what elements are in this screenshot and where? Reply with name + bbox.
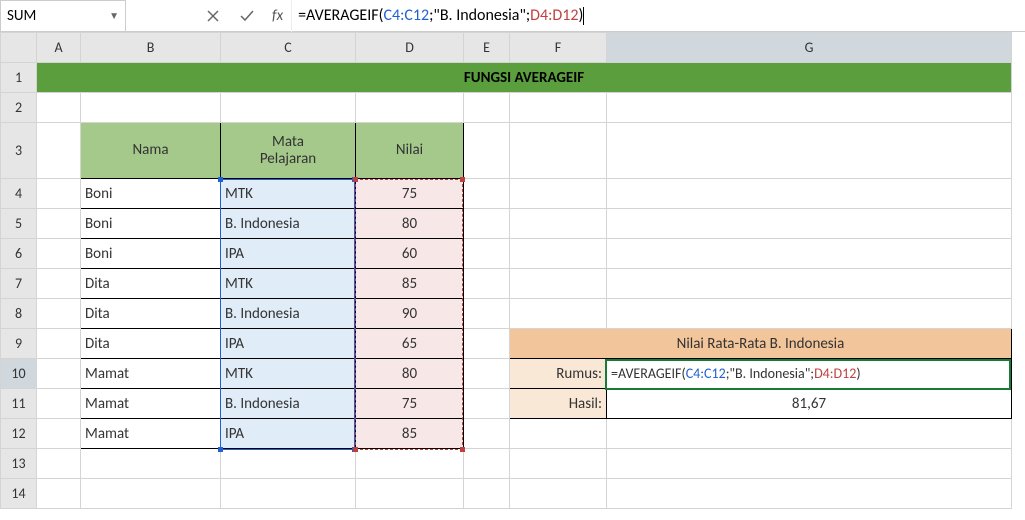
cell-C12[interactable]: IPA [221,419,356,449]
col-header-A[interactable]: A [37,33,81,63]
check-icon [239,8,255,24]
spreadsheet: A B C D E F G 1 FUNGSI AVERAGEIF 2 3 Nam… [0,32,1025,509]
rumus-label[interactable]: Rumus: [510,359,607,389]
header-nilai[interactable]: Nilai [356,123,464,179]
header-mapel[interactable]: MataPelajaran [221,123,356,179]
summary-title[interactable]: Nilai Rata-Rata B. Indonesia [510,329,1012,359]
cancel-formula-button[interactable] [196,0,230,32]
formula-input[interactable]: =AVERAGEIF(C4:C12;"B. Indonesia";D4:D12) [291,0,1025,32]
row-header-10[interactable]: 10 [1,359,37,389]
cell-B12[interactable]: Mamat [81,419,221,449]
cell-C8[interactable]: B. Indonesia [221,299,356,329]
row-header-2[interactable]: 2 [1,93,37,123]
cell-C11[interactable]: B. Indonesia [221,389,356,419]
fx-label[interactable]: fx [272,7,283,25]
row-header-8[interactable]: 8 [1,299,37,329]
row-header-7[interactable]: 7 [1,269,37,299]
row-header-11[interactable]: 11 [1,389,37,419]
chevron-down-icon[interactable]: ▼ [109,9,119,22]
formula-text: =AVERAGEIF(C4:C12;"B. Indonesia";D4:D12) [298,6,584,25]
accept-formula-button[interactable] [230,0,264,32]
row-header-13[interactable]: 13 [1,449,37,479]
col-header-D[interactable]: D [356,33,464,63]
cell-D5[interactable]: 80 [356,209,464,239]
grid[interactable]: A B C D E F G 1 FUNGSI AVERAGEIF 2 3 Nam… [0,32,1012,509]
formula-editing: =AVERAGEIF(C4:C12;"B. Indonesia";D4:D12) [607,359,1011,388]
formula-bar: SUM ▼ fx =AVERAGEIF(C4:C12;"B. Indonesia… [0,0,1025,32]
cell-D7[interactable]: 85 [356,269,464,299]
cell-D11[interactable]: 75 [356,389,464,419]
cell-C5[interactable]: B. Indonesia [221,209,356,239]
cell-D9[interactable]: 65 [356,329,464,359]
col-header-F[interactable]: F [510,33,607,63]
cell-C7[interactable]: MTK [221,269,356,299]
cell-C10[interactable]: MTK [221,359,356,389]
cell-D12[interactable]: 85 [356,419,464,449]
hasil-value[interactable]: 81,67 [607,389,1012,419]
cell-B9[interactable]: Dita [81,329,221,359]
cell-B5[interactable]: Boni [81,209,221,239]
row-header-5[interactable]: 5 [1,209,37,239]
title-text: FUNGSI AVERAGEIF [37,63,1011,92]
cell-B4[interactable]: Boni [81,179,221,209]
cell-D10[interactable]: 80 [356,359,464,389]
cell-D8[interactable]: 90 [356,299,464,329]
row-header-9[interactable]: 9 [1,329,37,359]
cell-B10[interactable]: Mamat [81,359,221,389]
select-all-corner[interactable] [1,33,37,63]
row-header-4[interactable]: 4 [1,179,37,209]
name-box-value: SUM [7,7,109,25]
cell-G10-active[interactable]: =AVERAGEIF(C4:C12;"B. Indonesia";D4:D12) [607,359,1012,389]
cell-B6[interactable]: Boni [81,239,221,269]
cell-title[interactable]: FUNGSI AVERAGEIF [37,63,1012,93]
cell-B11[interactable]: Mamat [81,389,221,419]
row-header-3[interactable]: 3 [1,123,37,179]
cell-C6[interactable]: IPA [221,239,356,269]
cell-B8[interactable]: Dita [81,299,221,329]
cell-D6[interactable]: 60 [356,239,464,269]
cell-C4[interactable]: MTK [221,179,356,209]
cell-D4[interactable]: 75 [356,179,464,209]
header-nama[interactable]: Nama [81,123,221,179]
col-header-E[interactable]: E [464,33,510,63]
row-header-14[interactable]: 14 [1,479,37,509]
col-header-C[interactable]: C [221,33,356,63]
name-box[interactable]: SUM ▼ [0,0,126,32]
row-header-6[interactable]: 6 [1,239,37,269]
cell-C9[interactable]: IPA [221,329,356,359]
x-icon [205,8,221,24]
row-header-12[interactable]: 12 [1,419,37,449]
col-header-G[interactable]: G [607,33,1012,63]
hasil-label[interactable]: Hasil: [510,389,607,419]
row-header-1[interactable]: 1 [1,63,37,93]
cell-B7[interactable]: Dita [81,269,221,299]
col-header-B[interactable]: B [81,33,221,63]
